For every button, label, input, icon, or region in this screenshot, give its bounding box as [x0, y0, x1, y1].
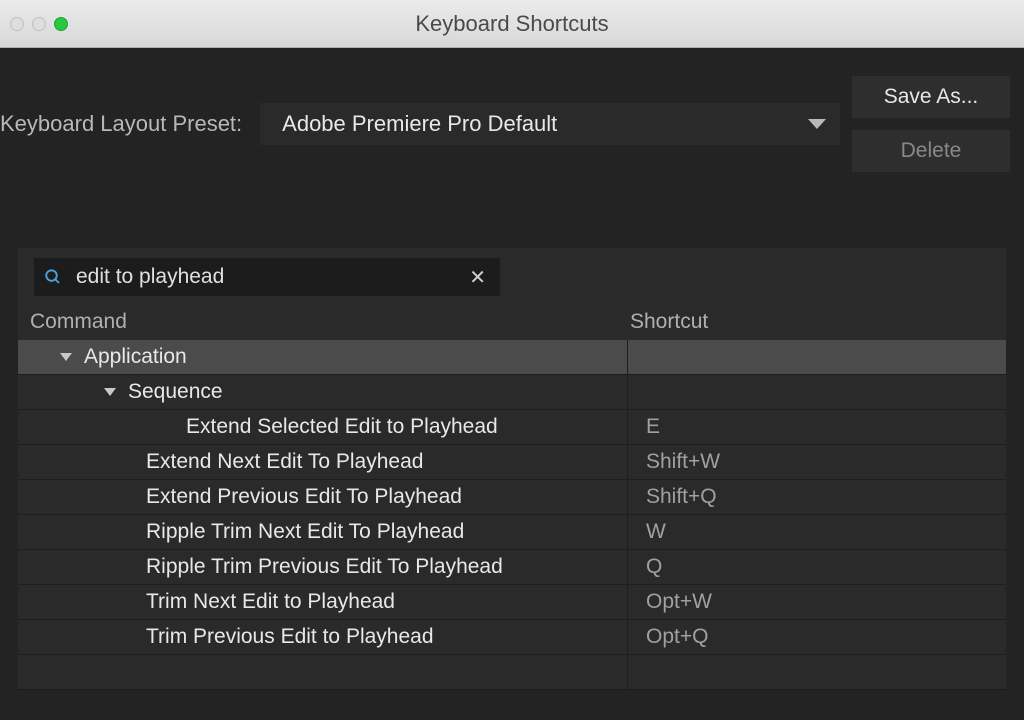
group-label: Sequence [128, 380, 223, 404]
command-label: Extend Previous Edit To Playhead [146, 485, 462, 509]
table-header: Command Shortcut [18, 306, 1006, 340]
table-row[interactable]: Trim Next Edit to Playhead Opt+W [18, 585, 1006, 620]
table-row[interactable]: Extend Selected Edit to Playhead E [18, 410, 1006, 445]
shortcut-value[interactable]: E [628, 415, 1006, 439]
shortcut-value[interactable]: Opt+Q [628, 625, 1006, 649]
command-label: Ripple Trim Next Edit To Playhead [146, 520, 464, 544]
preset-dropdown[interactable]: Adobe Premiere Pro Default [260, 103, 840, 145]
shortcuts-panel: ✕ Command Shortcut Application Sequence … [18, 248, 1006, 690]
search-row: ✕ [18, 248, 1006, 306]
table-row[interactable]: Extend Next Edit To Playhead Shift+W [18, 445, 1006, 480]
search-box[interactable]: ✕ [34, 258, 500, 296]
group-label: Application [84, 345, 187, 369]
chevron-down-icon [60, 353, 72, 361]
window-controls [0, 17, 68, 31]
command-label: Extend Next Edit To Playhead [146, 450, 423, 474]
shortcut-column-header: Shortcut [630, 310, 1006, 334]
preset-controls: Keyboard Layout Preset: Adobe Premiere P… [0, 48, 1024, 172]
table-row[interactable]: Ripple Trim Previous Edit To Playhead Q [18, 550, 1006, 585]
table-row[interactable]: Extend Previous Edit To Playhead Shift+Q [18, 480, 1006, 515]
shortcut-value[interactable]: W [628, 520, 1006, 544]
shortcut-value[interactable]: Shift+W [628, 450, 1006, 474]
search-input[interactable] [76, 265, 465, 289]
delete-button[interactable]: Delete [852, 130, 1010, 172]
chevron-down-icon [808, 119, 826, 129]
table-row[interactable]: Trim Previous Edit to Playhead Opt+Q [18, 620, 1006, 655]
shortcuts-table: Application Sequence Extend Selected Edi… [18, 340, 1006, 690]
shortcut-value[interactable]: Q [628, 555, 1006, 579]
command-label: Trim Previous Edit to Playhead [146, 625, 434, 649]
maximize-window-button[interactable] [54, 17, 68, 31]
save-as-button[interactable]: Save As... [852, 76, 1010, 118]
command-label: Ripple Trim Previous Edit To Playhead [146, 555, 503, 579]
preset-value: Adobe Premiere Pro Default [282, 111, 557, 137]
table-row [18, 655, 1006, 690]
command-column-header: Command [30, 310, 630, 334]
command-label: Trim Next Edit to Playhead [146, 590, 395, 614]
minimize-window-button[interactable] [32, 17, 46, 31]
shortcut-value[interactable]: Opt+W [628, 590, 1006, 614]
window-title: Keyboard Shortcuts [0, 11, 1024, 37]
close-window-button[interactable] [10, 17, 24, 31]
command-label: Extend Selected Edit to Playhead [186, 415, 498, 439]
table-row[interactable]: Ripple Trim Next Edit To Playhead W [18, 515, 1006, 550]
chevron-down-icon [104, 388, 116, 396]
group-sequence[interactable]: Sequence [18, 375, 1006, 410]
group-application[interactable]: Application [18, 340, 1006, 375]
title-bar: Keyboard Shortcuts [0, 0, 1024, 48]
clear-search-icon[interactable]: ✕ [465, 265, 490, 290]
preset-label: Keyboard Layout Preset: [0, 111, 242, 137]
search-icon [44, 268, 62, 286]
shortcut-value[interactable]: Shift+Q [628, 485, 1006, 509]
